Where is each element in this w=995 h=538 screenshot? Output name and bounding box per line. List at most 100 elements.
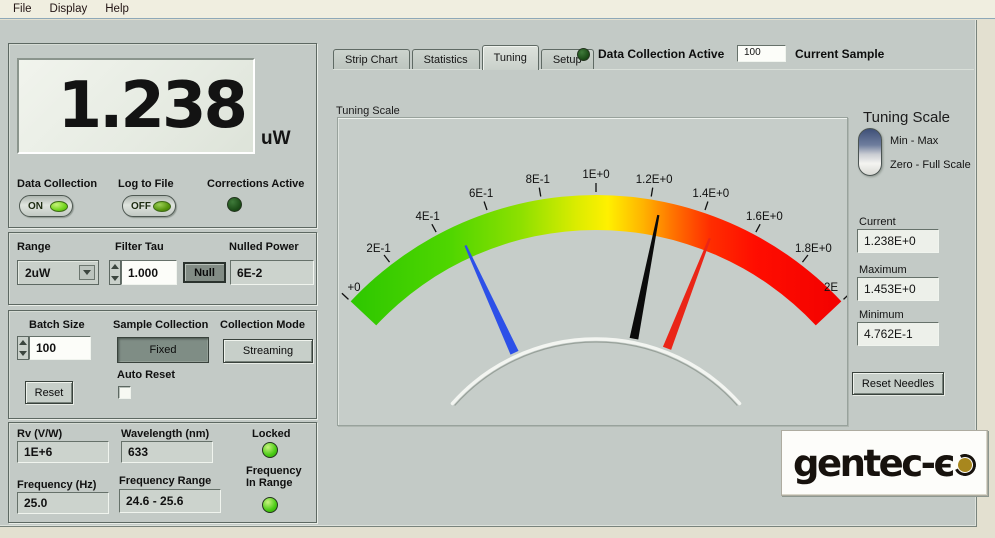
range-panel: Range Filter Tau Nulled Power 2uW 1.000 … [8,232,317,305]
rv-value: 1E+6 [17,441,109,463]
tuning-scale-panel-label: Tuning Scale [336,105,400,117]
batch-panel: Batch Size Sample Collection Collection … [8,310,317,419]
tab-underline [333,69,974,70]
scale-option-min-max[interactable]: Min - Max [890,135,938,147]
gauge-tick [802,255,807,262]
scale-option-zero-full[interactable]: Zero - Full Scale [890,159,971,171]
filter-tau-label: Filter Tau [115,241,164,253]
gentec-logo-o-icon [951,451,979,479]
gauge-tick [539,188,540,197]
log-to-file-label: Log to File [118,178,174,190]
filter-tau-input[interactable]: 1.000 [121,260,177,285]
power-value: 1.238 [58,69,245,143]
tuning-scale-title: Tuning Scale [863,109,950,126]
tab-statistics[interactable]: Statistics [412,49,480,70]
wavelength-value: 633 [121,441,213,463]
decrement-icon[interactable] [19,351,27,356]
gauge-tick-label: 2E-1 [366,243,390,255]
nulled-power-label: Nulled Power [229,241,299,253]
gauge-svg: +02E-14E-16E-18E-11E+01.2E+01.4E+01.6E+0… [338,118,847,425]
data-collection-active-led [577,48,590,61]
increment-icon[interactable] [111,264,119,269]
gauge-tick [484,201,487,210]
gauge-tick [384,255,389,262]
sample-collection-label: Sample Collection [113,319,208,331]
frequency-value: 25.0 [17,492,109,514]
range-value: 2uW [25,266,50,280]
frequency-range-value: 24.6 - 25.6 [119,489,221,513]
nulled-power-value: 6E-2 [230,260,314,285]
menu-bar: FileDisplayHelp [0,0,995,19]
sample-collection-button[interactable]: Fixed [117,337,209,363]
power-unit: uW [261,128,291,150]
locked-label: Locked [252,428,291,440]
minimum-label: Minimum [859,309,904,321]
filter-tau-stepper[interactable] [109,260,121,285]
gauge-tick [756,224,760,232]
gauge-tick-label: +0 [347,282,360,294]
current-label: Current [859,216,896,228]
decrement-icon[interactable] [111,276,119,281]
tuning-gauge: +02E-14E-16E-18E-11E+01.2E+01.4E+01.6E+0… [337,117,848,426]
frequency-range-label: Frequency Range [119,475,211,487]
corrections-active-led [227,197,242,212]
current-sample-input[interactable]: 100 [737,45,786,62]
reset-needles-button[interactable]: Reset Needles [852,372,944,395]
gauge-pivot-arc-shadow [455,342,738,406]
rv-label: Rv (V/W) [17,428,62,440]
log-to-file-state: OFF [131,201,153,212]
data-collection-active-label: Data Collection Active [598,47,724,61]
batch-size-input[interactable]: 100 [29,336,91,360]
null-button[interactable]: Null [183,262,226,283]
dropdown-arrow-icon[interactable] [79,265,95,280]
tab-tuning[interactable]: Tuning [482,45,539,70]
gauge-tick-label: 1E+0 [582,169,609,181]
data-collection-label: Data Collection [17,178,97,190]
tab-strip-chart[interactable]: Strip Chart [333,49,410,70]
menu-item-help[interactable]: Help [96,3,138,15]
lamp-off-icon [153,201,171,212]
gauge-tick-label: 1.2E+0 [636,174,673,186]
gauge-tick [432,224,436,232]
gauge-tick-label: 1.6E+0 [746,211,783,223]
gauge-tick [342,293,349,299]
scale-mode-switch[interactable] [858,128,882,176]
reset-button[interactable]: Reset [25,381,73,404]
log-to-file-toggle[interactable]: OFF [122,195,176,217]
frequency-in-range-led [262,497,278,513]
power-display: 1.238 [17,58,255,154]
increment-icon[interactable] [19,340,27,345]
data-collection-toggle[interactable]: ON [19,195,73,217]
menu-item-display[interactable]: Display [41,3,97,15]
gentec-logo-text: gentec-є [793,442,953,485]
current-sample-label: Current Sample [795,47,884,61]
current-value: 1.238E+0 [857,229,939,253]
gauge-tick [844,293,847,299]
batch-size-label: Batch Size [29,319,85,331]
gauge-tick-label: 1.4E+0 [692,188,729,200]
tab-bar: Strip ChartStatisticsTuningSetup [333,45,596,70]
wavelength-label: Wavelength (nm) [121,428,209,440]
frequency-in-range-label: Frequency In Range [246,465,302,489]
batch-size-stepper[interactable] [17,336,29,360]
auto-reset-label: Auto Reset [117,369,175,381]
gauge-tick-label: 2E [824,282,838,294]
collection-mode-button[interactable]: Streaming [223,339,313,363]
menu-item-file[interactable]: File [4,3,41,15]
minimum-value: 4.762E-1 [857,322,939,346]
range-label: Range [17,241,51,253]
corrections-active-label: Corrections Active [207,178,304,190]
auto-reset-checkbox[interactable] [118,386,131,399]
frequency-label: Frequency (Hz) [17,479,96,491]
collection-mode-label: Collection Mode [220,319,305,331]
gauge-tick-label: 1.8E+0 [795,243,832,255]
gauge-tick-label: 6E-1 [469,188,493,200]
gauge-tick [651,188,652,197]
gentec-logo: gentec-є [781,430,988,496]
gauge-needle-minimum [464,245,518,355]
range-select[interactable]: 2uW [17,260,99,285]
maximum-value: 1.453E+0 [857,277,939,301]
gauge-tick [705,201,708,210]
gauge-tick-label: 4E-1 [415,211,439,223]
maximum-label: Maximum [859,264,907,276]
